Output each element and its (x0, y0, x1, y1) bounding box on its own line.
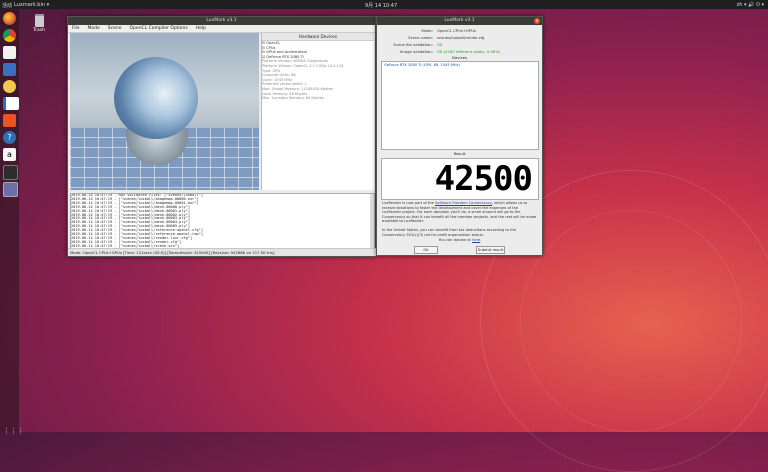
devices-label: Devices (452, 55, 467, 60)
terminal-icon[interactable] (3, 165, 18, 180)
hardware-devices-tree[interactable]: Hardware Devices ⊟ OpenCL ⊟ CPUs ⊟ GPUs … (261, 33, 374, 190)
result-label: Result (453, 151, 466, 156)
menu-scene[interactable]: Scene (104, 25, 126, 32)
score-display: 42500 (381, 158, 539, 200)
log-scrollbar[interactable] (370, 194, 374, 249)
app-grid-icon[interactable]: ⋮⋮⋮ (3, 427, 24, 437)
submit-result-button[interactable]: Submit result (476, 246, 505, 254)
donation-paragraph: LuxRender is now part of the Software Fr… (382, 201, 537, 224)
trash-desktop-item[interactable]: Trash (31, 14, 47, 33)
menu-help[interactable]: Help (192, 25, 210, 32)
luxmark-main-window: LuxMark v3.1 File Mode Scene OpenCL Compile… (67, 16, 377, 257)
help-icon[interactable]: ? (3, 131, 16, 144)
field-scene-validation: Scene file validation: OK (393, 42, 443, 47)
menubar: File Mode Scene OpenCL Compiler Options Help (68, 25, 375, 33)
amazon-icon[interactable]: a (3, 148, 16, 161)
donate-link[interactable]: here (472, 238, 480, 242)
luxmark-icon[interactable] (3, 182, 18, 197)
field-mode: Mode: OpenCL CPUs+GPUs (421, 28, 476, 33)
tax-paragraph: In the United States, you can benefit fr… (382, 228, 516, 237)
devices-list[interactable]: GeForce RTX 2080 Ti (GPU, 68, 1545 MHz) (381, 61, 539, 150)
rhythmbox-icon[interactable] (3, 80, 16, 93)
status-bar: Mode: OpenCL CPUs+GPUs [Time: 121secs (0… (68, 248, 377, 256)
software-icon[interactable] (3, 114, 16, 127)
firefox-icon[interactable] (3, 12, 16, 25)
luxmark-result-dialog: LuxMark v3.1 ✕ Mode: OpenCL CPUs+GPUs Sc… (376, 16, 543, 256)
dock: ? a ⋮⋮⋮ (0, 9, 24, 435)
menu-mode[interactable]: Mode (84, 25, 104, 32)
wallpaper-ring-inner (520, 210, 742, 432)
top-panel: 活动 Luxmark.bin ▾ 9月 14 10:47 zh ▾ 🔊 ⏻ ▾ (0, 0, 768, 9)
close-icon[interactable]: ✕ (534, 18, 540, 24)
trash-label: Trash (33, 28, 45, 33)
writer-icon[interactable] (3, 97, 19, 110)
activities-button[interactable]: 活动 (2, 2, 12, 9)
sfc-link[interactable]: Software Freedom Conservancy (435, 201, 492, 205)
main-titlebar[interactable]: LuxMark v3.1 (68, 17, 375, 25)
result-titlebar[interactable]: LuxMark v3.1 ✕ (377, 17, 542, 25)
menu-opencl-compiler-options[interactable]: OpenCL Compiler Options (126, 25, 192, 32)
clock[interactable]: 9月 14 10:47 (365, 2, 397, 9)
chrome-icon[interactable] (3, 29, 16, 42)
score-value: 42500 (434, 159, 533, 199)
tree-header: Hardware Devices (262, 33, 374, 41)
trash-icon (34, 14, 44, 27)
tree-row[interactable]: Max. Constant Memory: 64 Kbytes (262, 96, 374, 101)
ok-button[interactable]: Ok (414, 246, 438, 254)
files-icon[interactable] (3, 46, 16, 59)
menu-file[interactable]: File (68, 25, 84, 32)
donate-paragraph: You can donate at here. (438, 238, 482, 242)
field-scene-name: Scene name: scenes/luxball/render.cfg (408, 35, 485, 40)
result-window-title: LuxMark v3.1 (444, 18, 475, 23)
app-menu[interactable]: Luxmark.bin ▾ (14, 2, 49, 8)
render-preview[interactable] (70, 33, 259, 190)
main-window-title: LuxMark v3.1 (206, 18, 237, 23)
device-item[interactable]: GeForce RTX 2080 Ti (GPU, 68, 1545 MHz) (382, 62, 538, 68)
mail-icon[interactable] (3, 63, 16, 76)
render-luxball (114, 57, 198, 139)
system-tray[interactable]: zh ▾ 🔊 ⏻ ▾ (737, 2, 764, 8)
log-panel[interactable]: 2019-06-14 10:47:19 - MD5 validated file… (70, 193, 375, 250)
